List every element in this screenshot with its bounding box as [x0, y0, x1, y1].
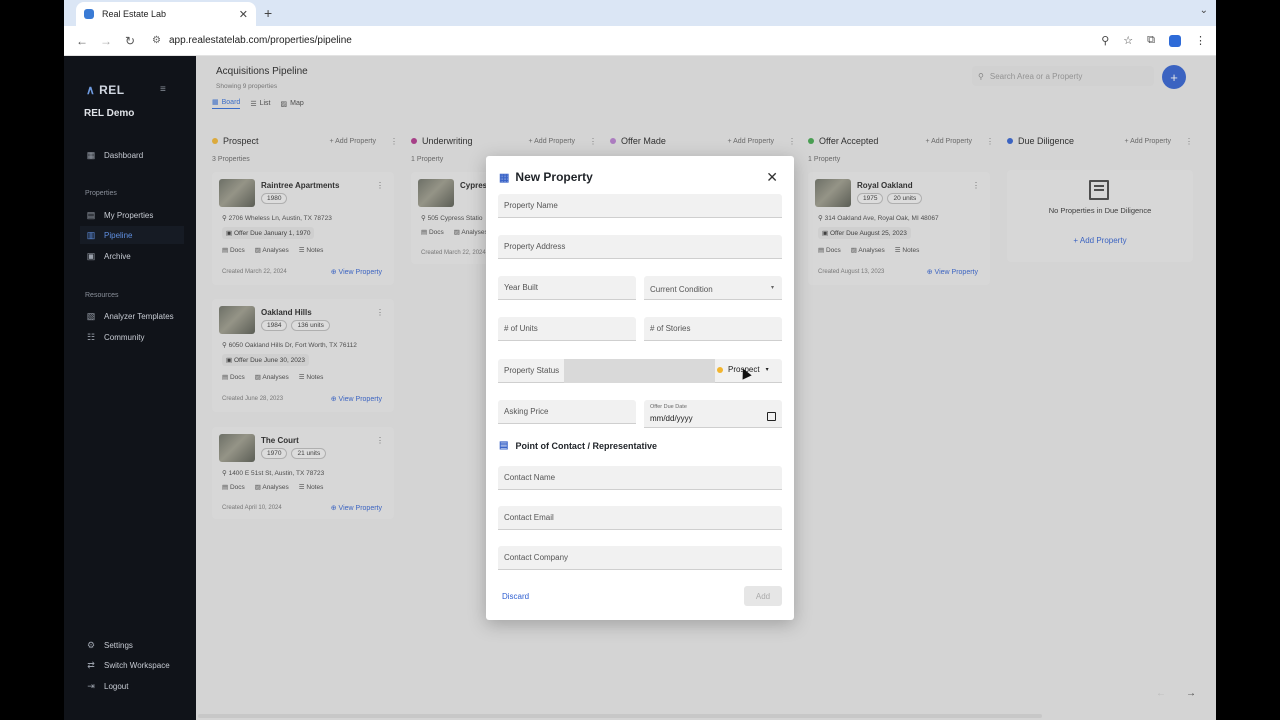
sidebar-item-label: Analyzer Templates [104, 311, 174, 321]
dashboard-icon: ▦ [86, 149, 96, 160]
new-property-dialog: ▦ New Property ✕ Property Name Property … [486, 156, 794, 620]
browser-toolbar: ← → ↻ ⚙ app.realestatelab.com/properties… [64, 26, 1216, 56]
sidebar-section-resources: Resources [85, 292, 119, 299]
horizontal-scrollbar[interactable] [198, 714, 1042, 718]
workspace-name: REL Demo [84, 108, 135, 119]
field-label: Property Name [504, 201, 558, 210]
new-tab-button[interactable]: + [264, 5, 272, 21]
sidebar-item-archive[interactable]: ▣ Archive [85, 247, 185, 265]
back-icon[interactable]: ← [76, 34, 88, 48]
sidebar-item-dashboard[interactable]: ▦ Dashboard [85, 146, 185, 164]
close-icon[interactable]: ✕ [766, 169, 778, 186]
archive-icon: ▣ [86, 250, 96, 261]
pipeline-icon: ▥ [86, 229, 96, 240]
add-button[interactable]: Add [744, 586, 782, 606]
tab-title: Real Estate Lab [102, 9, 167, 19]
gear-icon: ⚙ [86, 639, 96, 650]
logo-mark-icon: ∧ [86, 83, 96, 97]
contact-section-heading: ▤ Point of Contact / Representative [499, 440, 657, 451]
stories-field[interactable]: # of Stories [644, 317, 782, 341]
logout-icon: ⇥ [87, 680, 95, 691]
forward-icon[interactable]: → [100, 34, 112, 48]
sidebar-item-label: Logout [104, 681, 129, 691]
asking-price-field[interactable]: Asking Price [498, 400, 636, 424]
browser-tabbar: Real Estate Lab ✕ + ⌄ [64, 0, 1216, 26]
date-value: mm/dd/yyyy [650, 414, 693, 423]
units-field[interactable]: # of Units [498, 317, 636, 341]
url-text: app.realestatelab.com/properties/pipelin… [168, 35, 352, 46]
sidebar-item-community[interactable]: ☷ Community [85, 328, 185, 346]
sidebar-item-label: Community [104, 332, 145, 342]
sidebar-item-my-properties[interactable]: ▤ My Properties [85, 206, 185, 224]
sidebar-item-label: Archive [104, 251, 131, 261]
section-title: Point of Contact / Representative [515, 440, 657, 451]
sidebar-item-label: Settings [104, 640, 133, 650]
field-label: # of Stories [650, 324, 691, 333]
sidebar-item-switch-workspace[interactable]: ⇄ Switch Workspace [85, 656, 185, 674]
sidebar-section-properties: Properties [85, 190, 117, 197]
collapse-sidebar-icon[interactable]: ≡ [160, 84, 166, 95]
calendar-icon[interactable] [767, 412, 776, 421]
zoom-icon[interactable]: ⚲ [1101, 34, 1109, 47]
sidebar-item-settings[interactable]: ⚙ Settings [85, 636, 185, 654]
browser-menu-icon[interactable]: ⋮ [1195, 34, 1206, 47]
sidebar-item-label: Switch Workspace [104, 660, 170, 670]
field-label: # of Units [504, 324, 538, 333]
document-icon: ▤ [499, 440, 509, 451]
property-name-field[interactable]: Property Name [498, 194, 782, 218]
reload-icon[interactable]: ↻ [124, 34, 136, 48]
building-add-icon: ▦ [499, 171, 510, 184]
sidebar-item-label: My Properties [104, 210, 154, 220]
buildings-icon: ▤ [86, 209, 96, 220]
people-icon: ☷ [86, 331, 96, 342]
site-info-icon[interactable]: ⚙ [152, 35, 161, 46]
contact-email-field[interactable]: Contact Email [498, 506, 782, 530]
contact-company-field[interactable]: Contact Company [498, 546, 782, 570]
tab-close-icon[interactable]: ✕ [239, 8, 248, 21]
sidebar-item-logout[interactable]: ⇥ Logout [85, 677, 185, 695]
current-condition-select[interactable]: Current Condition ▾ [644, 276, 782, 300]
discard-button[interactable]: Discard [502, 592, 529, 601]
extensions-icon[interactable]: ⧉ [1147, 34, 1155, 47]
property-address-field[interactable]: Property Address [498, 235, 782, 259]
field-label: Property Address [504, 242, 566, 251]
app-logo: ∧ REL [86, 83, 125, 97]
tab-search-icon[interactable]: ⌄ [1200, 5, 1208, 16]
chevron-down-icon: ▾ [765, 367, 769, 373]
sidebar-item-label: Dashboard [104, 150, 144, 160]
board-pager: ← → [1156, 688, 1196, 699]
scroll-right-icon[interactable]: → [1186, 688, 1196, 699]
extension-icon[interactable] [1169, 34, 1181, 47]
field-label: Year Built [504, 283, 538, 292]
status-hover-highlight [564, 359, 715, 383]
sidebar: ∧ REL ≡ REL Demo ▦ Dashboard Properties … [64, 56, 196, 720]
field-label: Offer Due Date [650, 404, 687, 410]
field-label: Current Condition [650, 284, 713, 294]
sidebar-item-analyzer-templates[interactable]: ▧ Analyzer Templates [85, 307, 185, 325]
field-label: Asking Price [504, 407, 549, 416]
browser-tab[interactable]: Real Estate Lab ✕ [76, 2, 256, 26]
contact-name-field[interactable]: Contact Name [498, 466, 782, 490]
bookmark-star-icon[interactable]: ☆ [1123, 34, 1133, 47]
sidebar-item-label: Pipeline [104, 230, 133, 240]
field-label: Property Status [504, 366, 560, 375]
status-dot [717, 366, 723, 373]
dialog-title-text: New Property [515, 170, 593, 184]
dialog-title: ▦ New Property [499, 170, 593, 184]
sidebar-item-pipeline[interactable]: ▥ Pipeline [80, 226, 184, 244]
favicon-icon [84, 9, 94, 19]
template-icon: ▧ [86, 310, 96, 321]
chevron-down-icon: ▾ [770, 285, 774, 291]
field-label: Contact Company [504, 553, 569, 562]
year-built-field[interactable]: Year Built [498, 276, 636, 300]
offer-due-date-field[interactable]: Offer Due Date mm/dd/yyyy [644, 400, 782, 428]
toolbar-actions: ⚲ ☆ ⧉ ⋮ [1101, 34, 1216, 47]
field-label: Contact Name [504, 473, 556, 482]
address-bar[interactable]: ⚙ app.realestatelab.com/properties/pipel… [152, 35, 352, 46]
scroll-left-icon[interactable]: ← [1156, 688, 1166, 699]
field-label: Contact Email [504, 513, 554, 522]
swap-icon: ⇄ [87, 659, 95, 670]
screen: Real Estate Lab ✕ + ⌄ ← → ↻ ⚙ app.reales… [64, 0, 1216, 720]
